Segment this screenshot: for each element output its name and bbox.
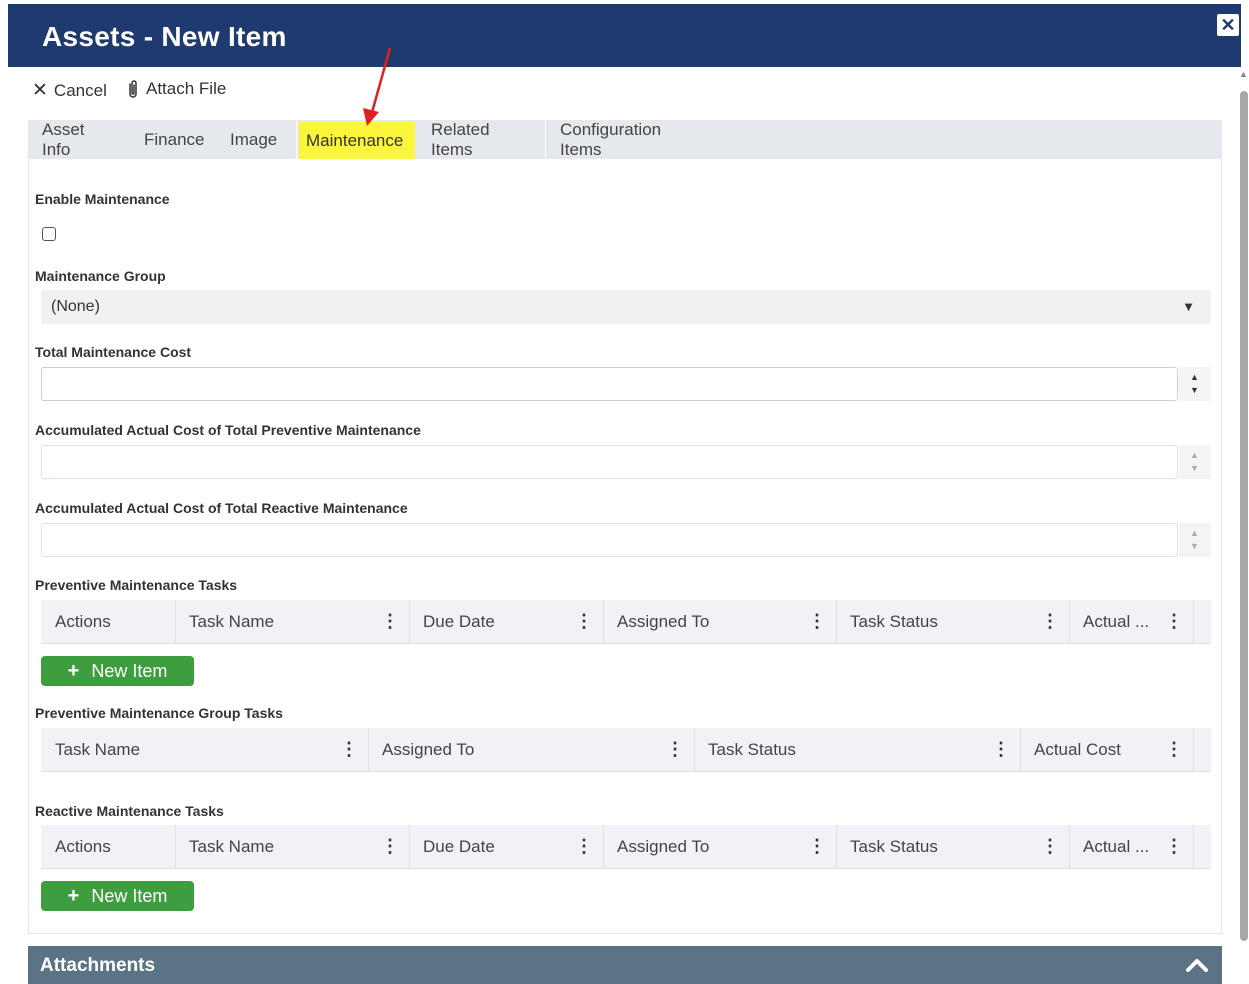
tab-label: Configuration Items <box>560 119 662 159</box>
column-header-assigned-to[interactable]: Assigned To <box>603 600 836 643</box>
column-menu-icon[interactable]: ⋮ <box>992 739 1010 760</box>
column-separator <box>1193 728 1194 771</box>
reactive-cost-label: Accumulated Actual Cost of Total Reactiv… <box>35 500 408 516</box>
maintenance-group-select[interactable]: (None) ▼ <box>41 290 1211 324</box>
column-header-assigned-to[interactable]: Assigned To <box>603 825 836 868</box>
column-menu-icon[interactable]: ⋮ <box>575 611 593 632</box>
column-header-task-status[interactable]: Task Status <box>836 825 1069 868</box>
column-menu-icon[interactable]: ⋮ <box>575 836 593 857</box>
attachments-section-header[interactable]: Attachments <box>28 946 1222 984</box>
reactive-new-item-button[interactable]: + New Item <box>41 881 194 911</box>
column-header-task-name[interactable]: Task Name <box>175 825 409 868</box>
dialog-title: Assets - New Item <box>42 21 287 52</box>
enable-maintenance-label: Enable Maintenance <box>35 191 170 207</box>
column-header-task-status[interactable]: Task Status <box>836 600 1069 643</box>
close-x-icon: ✕ <box>32 80 48 101</box>
tab-finance[interactable]: Finance <box>130 120 216 159</box>
reactive-cost-spinner: ▲ ▼ <box>1179 523 1211 557</box>
tab-label: Finance <box>144 129 205 149</box>
chevron-up-icon[interactable] <box>1184 952 1210 978</box>
preventive-cost-label: Accumulated Actual Cost of Total Prevent… <box>35 422 421 438</box>
cancel-button[interactable]: ✕ Cancel <box>32 79 107 102</box>
tab-asset-info[interactable]: Asset Info <box>28 120 130 159</box>
spin-down-icon[interactable]: ▼ <box>1190 386 1199 395</box>
preventive-tasks-label: Preventive Maintenance Tasks <box>35 577 238 593</box>
total-cost-spinner[interactable]: ▲ ▼ <box>1179 367 1211 401</box>
reactive-cost-input[interactable] <box>41 523 1178 557</box>
column-menu-icon[interactable]: ⋮ <box>381 836 399 857</box>
tab-label: Asset Info <box>42 119 85 159</box>
column-separator <box>1193 825 1194 868</box>
column-menu-icon[interactable]: ⋮ <box>1165 739 1183 760</box>
scrollbar-thumb[interactable] <box>1240 91 1248 941</box>
tab-divider <box>296 120 297 159</box>
column-header-assigned-to[interactable]: Assigned To <box>368 728 694 771</box>
annotation-arrow-icon <box>363 47 392 126</box>
total-cost-label: Total Maintenance Cost <box>35 344 192 360</box>
spin-up-icon: ▲ <box>1190 528 1199 538</box>
tab-label: Related Items <box>431 119 490 159</box>
toolbar: ✕ Cancel Attach File <box>8 67 1241 117</box>
column-menu-icon[interactable]: ⋮ <box>1165 611 1183 632</box>
preventive-group-tasks-label: Preventive Maintenance Group Tasks <box>35 705 283 721</box>
cancel-label: Cancel <box>53 80 107 100</box>
spin-up-icon: ▲ <box>1190 450 1199 460</box>
preventive-group-tasks-grid-header: Task Name ⋮ Assigned To ⋮ Task Status ⋮ … <box>41 728 1211 772</box>
column-header-task-name[interactable]: Task Name <box>175 600 409 643</box>
column-separator <box>1193 600 1194 643</box>
tab-bar-filler <box>720 120 1222 159</box>
column-menu-icon[interactable]: ⋮ <box>1041 836 1059 857</box>
column-menu-icon[interactable]: ⋮ <box>1165 836 1183 857</box>
tab-bar: Asset Info Finance Image Maintenance Rel… <box>28 120 1222 159</box>
column-menu-icon[interactable]: ⋮ <box>1041 611 1059 632</box>
close-icon[interactable]: ✕ <box>1215 12 1241 38</box>
column-menu-icon[interactable]: ⋮ <box>381 611 399 632</box>
preventive-cost-spinner: ▲ ▼ <box>1179 445 1211 479</box>
preventive-new-item-button[interactable]: + New Item <box>41 656 194 686</box>
tab-label: Image <box>230 129 278 149</box>
dropdown-arrow-icon: ▼ <box>1182 299 1195 314</box>
enable-maintenance-checkbox[interactable] <box>42 227 56 241</box>
tab-image[interactable]: Image <box>216 120 296 159</box>
column-header-task-name[interactable]: Task Name <box>41 728 368 771</box>
maintenance-group-value: (None) <box>51 298 100 315</box>
vertical-scrollbar[interactable]: ▲ <box>1239 67 1249 984</box>
spin-up-icon[interactable]: ▲ <box>1190 373 1199 382</box>
scroll-up-icon[interactable]: ▲ <box>1239 69 1248 79</box>
maintenance-group-label: Maintenance Group <box>35 268 166 284</box>
column-menu-icon[interactable]: ⋮ <box>666 739 684 760</box>
reactive-tasks-grid-header: Actions Task Name ⋮ Due Date ⋮ Assigned … <box>41 825 1211 869</box>
total-cost-input[interactable] <box>41 367 1178 401</box>
maintenance-panel: Enable Maintenance Maintenance Group (No… <box>28 159 1222 934</box>
plus-icon: + <box>67 659 80 682</box>
column-header-actions: Actions <box>55 611 111 631</box>
reactive-tasks-label: Reactive Maintenance Tasks <box>35 803 224 819</box>
spin-down-icon: ▼ <box>1190 541 1199 551</box>
tab-related-items[interactable]: Related Items <box>417 120 545 159</box>
column-header-task-status[interactable]: Task Status <box>694 728 1020 771</box>
preventive-tasks-grid-header: Actions Task Name ⋮ Due Date ⋮ Assigned … <box>41 600 1211 644</box>
new-item-label: New Item <box>91 885 168 906</box>
column-header-due-date[interactable]: Due Date <box>409 825 603 868</box>
background-window-edge <box>0 0 8 984</box>
attach-file-label: Attach File <box>146 79 227 98</box>
tab-label: Maintenance <box>306 130 404 150</box>
column-header-actions: Actions <box>55 836 111 856</box>
plus-icon: + <box>67 884 80 907</box>
dialog-title-bar: Assets - New Item <box>8 4 1241 67</box>
new-asset-dialog: Assets - New Item ✕ ✕ Cancel Attach File… <box>8 0 1249 984</box>
column-header-due-date[interactable]: Due Date <box>409 600 603 643</box>
attachments-title: Attachments <box>40 955 156 976</box>
paperclip-icon <box>129 80 137 98</box>
attach-file-button[interactable]: Attach File <box>126 79 226 99</box>
tab-configuration-items[interactable]: Configuration Items <box>546 120 720 159</box>
column-menu-icon[interactable]: ⋮ <box>340 739 358 760</box>
preventive-cost-input[interactable] <box>41 445 1178 479</box>
column-menu-icon[interactable]: ⋮ <box>808 836 826 857</box>
new-item-label: New Item <box>91 660 168 681</box>
spin-down-icon: ▼ <box>1190 463 1199 473</box>
column-menu-icon[interactable]: ⋮ <box>808 611 826 632</box>
